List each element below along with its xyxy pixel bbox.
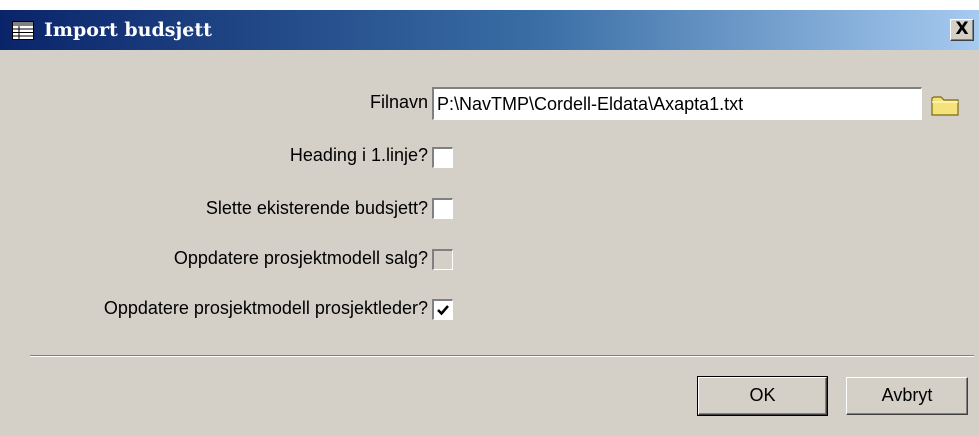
title-bar[interactable]: Import budsjett X bbox=[0, 10, 979, 50]
top-strip bbox=[0, 0, 979, 10]
update-pm-model-checkbox[interactable] bbox=[432, 299, 453, 320]
table-icon bbox=[12, 21, 34, 40]
filename-label: Filnavn bbox=[369, 92, 428, 112]
cancel-button[interactable]: Avbryt bbox=[846, 377, 968, 415]
update-sales-model-label: Oppdatere prosjektmodell salg? bbox=[173, 248, 428, 268]
ok-button[interactable]: OK bbox=[697, 376, 828, 416]
folder-icon[interactable] bbox=[930, 92, 962, 118]
checkmark-icon bbox=[437, 305, 449, 316]
delete-existing-checkbox[interactable] bbox=[432, 198, 453, 219]
separator bbox=[30, 355, 974, 357]
heading-first-line-checkbox[interactable] bbox=[432, 147, 453, 168]
filename-input[interactable] bbox=[432, 87, 922, 120]
window-title: Import budsjett bbox=[44, 19, 212, 41]
update-sales-model-checkbox[interactable] bbox=[432, 249, 453, 270]
delete-existing-label: Slette ekisterende budsjett? bbox=[205, 198, 428, 218]
update-pm-model-label: Oppdatere prosjektmodell prosjektleder? bbox=[103, 298, 428, 318]
close-button[interactable]: X bbox=[950, 19, 974, 41]
heading-first-line-label: Heading i 1.linje? bbox=[289, 145, 428, 165]
